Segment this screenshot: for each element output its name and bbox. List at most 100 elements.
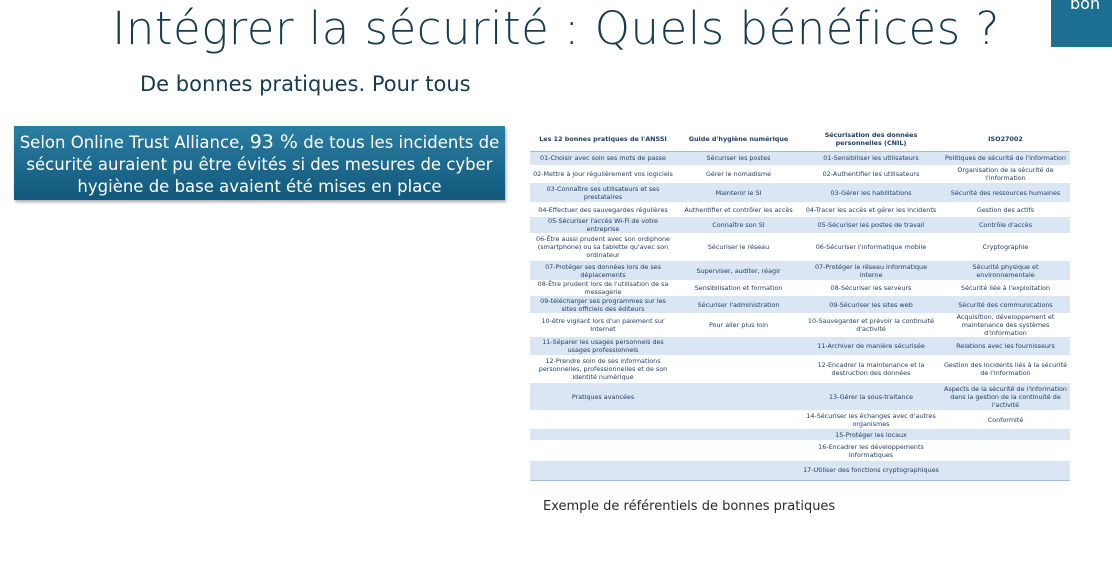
table-cell-anssi: 06-Être aussi prudent avec son ordiphone… — [530, 233, 676, 261]
table-cell-hygiene: Sécuriser le réseau — [676, 233, 801, 261]
table-cell-cnil: 12-Encadrer la maintenance et la destruc… — [801, 355, 941, 383]
table-cell-anssi: 07-Protéger ses données lors de ses dépl… — [530, 261, 676, 280]
callout-highlight-percentage: 93 % — [249, 131, 298, 153]
statistic-callout: Selon Online Trust Alliance, 93 % de tou… — [14, 126, 505, 200]
table-cell-iso: Conformité — [941, 410, 1070, 429]
table-cell-hygiene — [676, 440, 801, 461]
table-cell-cnil: 14-Sécuriser les échanges avec d'autres … — [801, 410, 941, 429]
table-cell-cnil: 02-Authentifier les utilisateurs — [801, 165, 941, 183]
table-cell-cnil: 04-Tracer les accès et gérer les inciden… — [801, 202, 941, 217]
table-cell-anssi: Pratiques avancées — [530, 383, 676, 410]
best-practices-table: Les 12 bonnes pratiques de l'ANSSI Guide… — [530, 128, 1070, 481]
table-cell-iso: Sécurité des ressources humaines — [941, 183, 1070, 202]
table-cell-anssi: 12-Prendre soin de ses informations pers… — [530, 355, 676, 383]
table-cell-cnil: 17-Utiliser des fonctions cryptographiqu… — [801, 461, 941, 481]
table-row: Pratiques avancées 13-Gérer la sous-trait… — [530, 383, 1070, 410]
table-cell-iso — [941, 429, 1070, 440]
slide-subtitle: De bonnes pratiques. Pour tous — [140, 72, 471, 96]
table-cell-anssi — [530, 461, 676, 481]
table-cell-iso: Acquisition, développement et maintenanc… — [941, 313, 1070, 337]
table-row: 08-Être prudent lors de l'utilisation de… — [530, 280, 1070, 296]
table-row: 15-Protéger les locaux — [530, 429, 1070, 440]
table-row: 10-être vigilant lors d'un paiement sur … — [530, 313, 1070, 337]
table-header-row: Les 12 bonnes pratiques de l'ANSSI Guide… — [530, 128, 1070, 152]
table-cell-iso: Gestion des incidents liés à la sécurité… — [941, 355, 1070, 383]
table-cell-iso: Organisation de la sécurité de l'informa… — [941, 165, 1070, 183]
table-cell-anssi — [530, 410, 676, 429]
table-row: 11-Séparer les usages personnels des usa… — [530, 337, 1070, 355]
table-cell-iso: Sécurité liée à l'exploitation — [941, 280, 1070, 296]
table-cell-cnil: 01-Sensibiliser les utilisateurs — [801, 151, 941, 165]
header-cnil: Sécurisation des données personnelles (C… — [801, 128, 941, 152]
table-cell-cnil: 06-Sécuriser l'informatique mobile — [801, 233, 941, 261]
table-cell-anssi: 11-Séparer les usages personnels des usa… — [530, 337, 676, 355]
table-cell-hygiene — [676, 355, 801, 383]
table-cell-hygiene: Gérer le nomadisme — [676, 165, 801, 183]
header-anssi: Les 12 bonnes pratiques de l'ANSSI — [530, 128, 676, 152]
table-row: 17-Utiliser des fonctions cryptographiqu… — [530, 461, 1070, 481]
table-cell-iso: Cryptographie — [941, 233, 1070, 261]
table-cell-iso: Sécurité des communications — [941, 296, 1070, 313]
table-cell-anssi: 03-Connaître ses utilisateurs et ses pre… — [530, 183, 676, 202]
table-row: 02-Mettre à jour régulièrement vos logic… — [530, 165, 1070, 183]
table-cell-anssi: 09-télécharger ses programmes sur les si… — [530, 296, 676, 313]
table-cell-anssi: 05-Sécuriser l'accès Wi-Fi de votre entr… — [530, 217, 676, 233]
table-row: 09-télécharger ses programmes sur les si… — [530, 296, 1070, 313]
table-cell-cnil: 05-Sécuriser les postes de travail — [801, 217, 941, 233]
corner-tab-label: bon — [1070, 0, 1101, 13]
table-cell-iso: Aspects de la sécurité de l'information … — [941, 383, 1070, 410]
table-cell-cnil: 08-Sécuriser les serveurs — [801, 280, 941, 296]
table-cell-anssi: 02-Mettre à jour régulièrement vos logic… — [530, 165, 676, 183]
table-cell-hygiene: Pour aller plus loin — [676, 313, 801, 337]
table-cell-cnil: 09-Sécuriser les sites web — [801, 296, 941, 313]
table-cell-hygiene: Sensibilisation et formation — [676, 280, 801, 296]
table-cell-iso — [941, 440, 1070, 461]
header-iso27002: ISO27002 — [941, 128, 1070, 152]
table-cell-hygiene: Authentifier et contrôler les accès — [676, 202, 801, 217]
table-cell-anssi — [530, 440, 676, 461]
table-cell-cnil: 16-Encadrer les développements informati… — [801, 440, 941, 461]
table-body: 01-Choisir avec soin ses mots de passe Sé… — [530, 151, 1070, 481]
table-cell-cnil: 13-Gérer la sous-traitance — [801, 383, 941, 410]
table-row: 06-Être aussi prudent avec son ordiphone… — [530, 233, 1070, 261]
table-row: 01-Choisir avec soin ses mots de passe Sé… — [530, 151, 1070, 165]
table-cell-iso — [941, 461, 1070, 481]
table-cell-cnil: 11-Archiver de manière sécurisée — [801, 337, 941, 355]
table-cell-anssi: 04-Effectuer des sauvegardes régulières — [530, 202, 676, 217]
table-cell-anssi: 10-être vigilant lors d'un paiement sur … — [530, 313, 676, 337]
table-cell-hygiene — [676, 337, 801, 355]
header-hygiene-guide: Guide d'hygiène numérique — [676, 128, 801, 152]
table-cell-iso: Gestion des actifs — [941, 202, 1070, 217]
table-cell-hygiene — [676, 383, 801, 410]
table-cell-hygiene: Superviser, auditer, réagir — [676, 261, 801, 280]
table-cell-iso: Sécurité physique et environnementale — [941, 261, 1070, 280]
table-cell-anssi: 08-Être prudent lors de l'utilisation de… — [530, 280, 676, 296]
table-cell-iso: Politiques de sécurité de l'information — [941, 151, 1070, 165]
table-cell-hygiene: Sécuriser l'administration — [676, 296, 801, 313]
table-row: 16-Encadrer les développements informati… — [530, 440, 1070, 461]
table-cell-hygiene — [676, 410, 801, 429]
table-cell-cnil: 10-Sauvegarder et prévoir la continuité … — [801, 313, 941, 337]
table-cell-iso: Contrôle d'accès — [941, 217, 1070, 233]
table-row: 03-Connaître ses utilisateurs et ses pre… — [530, 183, 1070, 202]
table-cell-hygiene — [676, 429, 801, 440]
table-cell-cnil: 03-Gérer les habilitations — [801, 183, 941, 202]
table-cell-anssi: 01-Choisir avec soin ses mots de passe — [530, 151, 676, 165]
table-cell-hygiene: Sécuriser les postes — [676, 151, 801, 165]
table-cell-cnil: 15-Protéger les locaux — [801, 429, 941, 440]
table-caption: Exemple de référentiels de bonnes pratiq… — [543, 499, 836, 514]
table-row: 12-Prendre soin de ses informations pers… — [530, 355, 1070, 383]
table-cell-anssi — [530, 429, 676, 440]
table-row: 05-Sécuriser l'accès Wi-Fi de votre entr… — [530, 217, 1070, 233]
table-cell-iso: Relations avec les fournisseurs — [941, 337, 1070, 355]
table-row: 14-Sécuriser les échanges avec d'autres … — [530, 410, 1070, 429]
table-cell-hygiene: Connaître son SI — [676, 217, 801, 233]
corner-tab: bon — [1051, 0, 1112, 47]
table-row: 04-Effectuer des sauvegardes régulières A… — [530, 202, 1070, 217]
slide-title: Intégrer la sécurité : Quels bénéfices ? — [112, 2, 1000, 55]
table-cell-hygiene: Maintenir le SI — [676, 183, 801, 202]
table-cell-hygiene — [676, 461, 801, 481]
callout-text-start: Selon Online Trust Alliance, — [19, 133, 250, 152]
table-row: 07-Protéger ses données lors de ses dépl… — [530, 261, 1070, 280]
table-cell-cnil: 07-Protéger le réseau informatique inter… — [801, 261, 941, 280]
